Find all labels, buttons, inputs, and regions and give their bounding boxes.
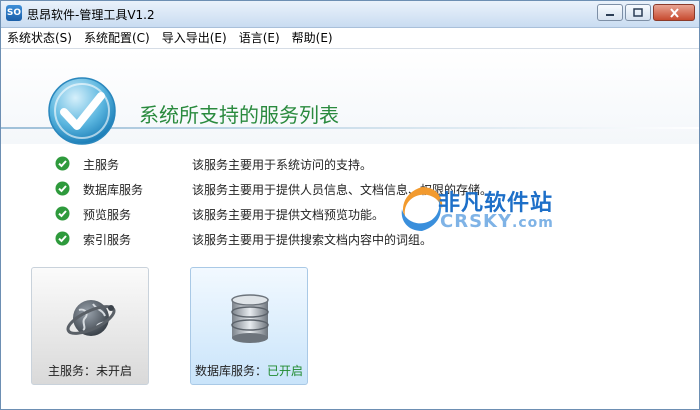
database-service-status: 已开启 <box>267 364 304 378</box>
minimize-button[interactable] <box>597 4 623 21</box>
status-ok-icon <box>55 156 70 171</box>
service-row-preview: 预览服务 该服务主要用于提供文档预览功能。 <box>1 203 699 225</box>
menu-system-config[interactable]: 系统配置(C) <box>78 28 156 48</box>
main-service-status: 未开启 <box>96 364 133 378</box>
main-service-tile[interactable]: 主服务：未开启 <box>31 267 149 385</box>
title-bar[interactable]: SO 思昂软件-管理工具V1.2 <box>1 1 699 28</box>
service-row-database: 数据库服务 该服务主要用于提供人员信息、文档信息、权限的存储。 <box>1 178 699 200</box>
service-row-index: 索引服务 该服务主要用于提供搜索文档内容中的词组。 <box>1 228 699 250</box>
menu-language[interactable]: 语言(E) <box>233 28 286 48</box>
close-icon <box>669 7 679 18</box>
page-title: 系统所支持的服务列表 <box>139 103 339 127</box>
service-description: 该服务主要用于系统访问的支持。 <box>192 158 373 172</box>
main-service-status-label: 主服务：未开启 <box>47 364 133 378</box>
database-service-status-label: 数据库服务：已开启 <box>194 364 304 378</box>
app-window: SO 思昂软件-管理工具V1.2 系统状态(S) 系统配置(C) 导入导出(E)… <box>0 0 700 410</box>
globe-icon <box>66 300 116 336</box>
close-button[interactable] <box>653 4 695 21</box>
database-icon <box>231 294 269 343</box>
menu-bar: 系统状态(S) 系统配置(C) 导入导出(E) 语言(E) 帮助(E) <box>1 28 699 49</box>
menu-import-export[interactable]: 导入导出(E) <box>156 28 233 48</box>
status-ok-icon <box>55 206 70 221</box>
service-name: 预览服务 <box>83 208 132 222</box>
database-service-tile[interactable]: 数据库服务：已开启 <box>190 267 308 385</box>
maximize-icon <box>633 8 643 17</box>
watermark-logo: 非凡软件站 CRSKY.com <box>396 179 576 241</box>
service-row-main: 主服务 该服务主要用于系统访问的支持。 <box>1 153 699 175</box>
service-name: 数据库服务 <box>83 183 144 197</box>
minimize-icon <box>606 13 614 16</box>
window-title: 思昂软件-管理工具V1.2 <box>27 8 155 22</box>
large-checkmark-icon <box>48 77 116 145</box>
menu-help[interactable]: 帮助(E) <box>286 28 339 48</box>
service-name: 索引服务 <box>83 233 132 247</box>
menu-system-status[interactable]: 系统状态(S) <box>1 28 78 48</box>
app-logo-icon: SO <box>6 5 22 21</box>
maximize-button[interactable] <box>625 4 651 21</box>
header-banner: 系统所支持的服务列表 <box>1 49 699 145</box>
status-ok-icon <box>55 181 70 196</box>
service-name: 主服务 <box>83 158 120 172</box>
status-ok-icon <box>55 231 70 246</box>
service-description: 该服务主要用于提供文档预览功能。 <box>192 208 385 222</box>
watermark-en-text: CRSKY.com <box>440 211 554 232</box>
